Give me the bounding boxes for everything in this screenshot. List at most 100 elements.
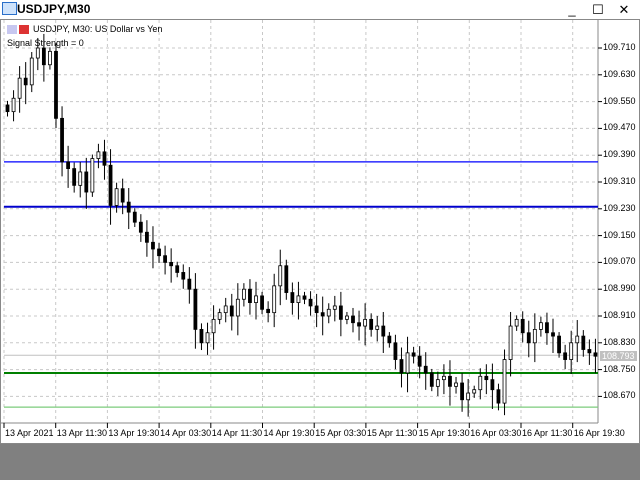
price-axis-label: 108.670 — [603, 390, 636, 401]
candle-body — [411, 352, 416, 357]
candle-body — [314, 305, 319, 314]
candle-body — [199, 328, 204, 344]
candle-body — [78, 171, 83, 186]
close-button[interactable]: ✕ — [612, 0, 636, 19]
candle-body — [223, 305, 228, 314]
candle-body — [96, 151, 101, 159]
candle-body — [466, 392, 471, 401]
candle-body — [381, 325, 386, 337]
candle-body — [393, 342, 398, 360]
price-axis-label: 108.910 — [603, 310, 636, 320]
candle-body — [545, 322, 549, 334]
time-axis-label: 15 Apr 03:30 — [315, 428, 367, 438]
candle-body — [126, 201, 131, 213]
price-axis-label: 108.750 — [603, 363, 636, 374]
candle-body — [102, 151, 107, 166]
candle-body — [169, 261, 174, 267]
candle-body — [284, 265, 289, 293]
candle-body — [514, 318, 519, 327]
window-title: USDJPY,M30 — [17, 2, 91, 16]
candle-body — [229, 305, 234, 317]
candle-body — [41, 47, 46, 66]
candle-body — [120, 188, 125, 203]
candle-body — [72, 168, 77, 186]
candle-body — [29, 57, 34, 86]
candle-body — [48, 50, 52, 66]
time-axis-label: 16 Apr 19:30 — [573, 428, 625, 438]
price-axis-label: 109.550 — [603, 95, 636, 106]
candle-body — [357, 322, 361, 327]
candle-body — [193, 288, 198, 330]
price-axis-label: 109.470 — [603, 122, 636, 133]
candle-body — [435, 379, 440, 387]
minimize-button[interactable]: _ — [560, 0, 584, 19]
candle-body — [369, 318, 374, 330]
maximize-button[interactable]: ☐ — [586, 0, 610, 19]
candle-body — [108, 164, 113, 206]
candle-body — [405, 352, 410, 374]
candle-body — [338, 305, 343, 320]
candle-body — [363, 318, 368, 327]
chart-window[interactable]: USDJPY, M30: US Dollar vs Yen Signal Str… — [0, 19, 640, 444]
candle-body — [399, 359, 404, 374]
time-axis-label: 13 Apr 19:30 — [108, 428, 160, 438]
price-axis-label: 109.710 — [603, 42, 636, 52]
candle-body — [423, 365, 428, 374]
candle-body — [205, 332, 210, 344]
candle-body — [496, 389, 501, 404]
candle-body — [557, 335, 561, 354]
candle-body — [526, 332, 531, 344]
candle-body — [290, 292, 295, 303]
time-axis-label: 13 Apr 11:30 — [56, 428, 108, 438]
candle-body — [181, 272, 186, 280]
candle-body — [266, 308, 271, 314]
candle-body — [460, 382, 464, 401]
candle-body — [187, 278, 192, 290]
candle-body — [429, 372, 434, 387]
price-chart[interactable] — [1, 20, 639, 443]
time-axis-label: 16 Apr 03:30 — [470, 428, 522, 438]
candle-body — [448, 375, 452, 387]
title-bar: USDJPY,M30 _ ☐ ✕ — [0, 0, 640, 19]
candle-body — [332, 305, 337, 310]
candle-body — [296, 295, 301, 303]
candle-body — [5, 104, 10, 113]
candle-body — [593, 352, 598, 357]
candle-body — [520, 318, 525, 334]
candle-body — [138, 221, 143, 233]
candle-body — [157, 248, 161, 257]
candle-body — [23, 77, 28, 86]
price-axis-label: 109.230 — [603, 202, 636, 213]
candle-body — [472, 389, 477, 394]
candle-body — [417, 355, 422, 367]
candle-body — [478, 375, 483, 391]
candle-body — [151, 241, 155, 250]
candle-body — [345, 315, 349, 320]
candle-body — [442, 375, 446, 381]
candle-body — [260, 295, 264, 310]
price-axis-label: 109.630 — [603, 68, 636, 79]
time-axis-label: 15 Apr 19:30 — [418, 428, 470, 438]
candle-body — [84, 171, 89, 193]
time-axis-label: 15 Apr 11:30 — [366, 428, 418, 438]
current-price-label: 108.793 — [600, 351, 637, 361]
time-axis-label: 13 Apr 2021 — [5, 428, 54, 438]
time-axis-label: 14 Apr 11:30 — [211, 428, 263, 438]
candle-body — [278, 265, 283, 287]
indicator-text: Signal Strength = 0 — [7, 38, 84, 48]
candle-body — [454, 382, 458, 387]
candle-body — [532, 328, 537, 344]
candle-body — [387, 335, 392, 344]
candle-body — [308, 298, 313, 307]
candle-body — [587, 349, 592, 354]
candle-body — [54, 50, 58, 119]
symbol-description: USDJPY, M30: US Dollar vs Yen — [33, 24, 163, 34]
candle-body — [114, 188, 119, 206]
candle-body — [175, 265, 180, 273]
candle-body — [502, 359, 507, 404]
chart-window-icon — [2, 2, 17, 15]
candle-body — [320, 312, 325, 317]
candle-body — [484, 375, 489, 381]
candle-body — [11, 97, 16, 113]
price-axis-label: 109.390 — [603, 149, 636, 160]
